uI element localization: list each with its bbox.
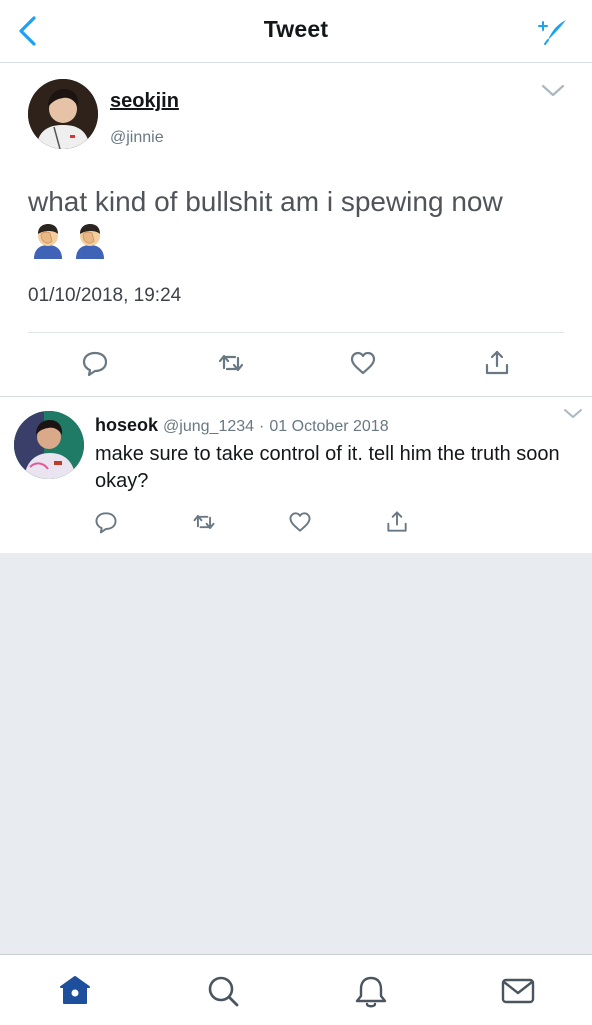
reply-header: hoseok @jung_1234 · 01 October 2018 — [95, 415, 389, 436]
reply-icon[interactable] — [93, 509, 119, 535]
facepalm-emoji-icon — [34, 224, 62, 259]
divider — [28, 332, 564, 333]
compose-sparkle-icon[interactable] — [536, 16, 570, 46]
share-icon[interactable] — [482, 348, 512, 378]
tweet-timestamp: 01/10/2018, 19:24 — [28, 285, 182, 306]
emoji-group — [30, 223, 110, 263]
page-title: Tweet — [263, 16, 329, 42]
search-icon[interactable] — [203, 971, 243, 1011]
chevron-down-icon[interactable] — [562, 407, 584, 421]
chevron-down-icon[interactable] — [540, 83, 566, 99]
like-icon[interactable] — [348, 348, 378, 378]
reply-text: make sure to take control of it. tell hi… — [95, 443, 560, 492]
like-icon[interactable] — [287, 509, 313, 535]
top-bar: Tweet — [0, 0, 592, 63]
reply-actions — [0, 509, 592, 539]
author-handle[interactable]: @jinnie — [110, 129, 164, 147]
bottom-tab-bar — [0, 954, 592, 1025]
notifications-icon[interactable] — [351, 971, 391, 1011]
retweet-icon[interactable] — [191, 509, 217, 535]
share-icon[interactable] — [384, 509, 410, 535]
reply-icon[interactable] — [80, 348, 110, 378]
reply-author-handle[interactable]: @jung_1234 — [163, 418, 254, 435]
avatar[interactable] — [28, 79, 98, 149]
reply-date: 01 October 2018 — [269, 418, 389, 435]
main-tweet: seokjin @jinnie what kind of bullshit am… — [0, 63, 592, 397]
avatar[interactable] — [14, 411, 84, 479]
retweet-icon[interactable] — [216, 348, 246, 378]
tweet-text: what kind of bullshit am i spewing now — [28, 186, 503, 217]
reply-tweet[interactable]: hoseok @jung_1234 · 01 October 2018 make… — [0, 397, 592, 553]
reply-author-name[interactable]: hoseok — [95, 415, 158, 435]
facepalm-emoji-icon — [76, 224, 105, 259]
home-icon[interactable] — [55, 971, 95, 1011]
author-name[interactable]: seokjin — [110, 90, 179, 113]
meta-separator: · — [259, 418, 265, 435]
messages-icon[interactable] — [498, 971, 538, 1011]
tweet-actions — [0, 348, 592, 384]
